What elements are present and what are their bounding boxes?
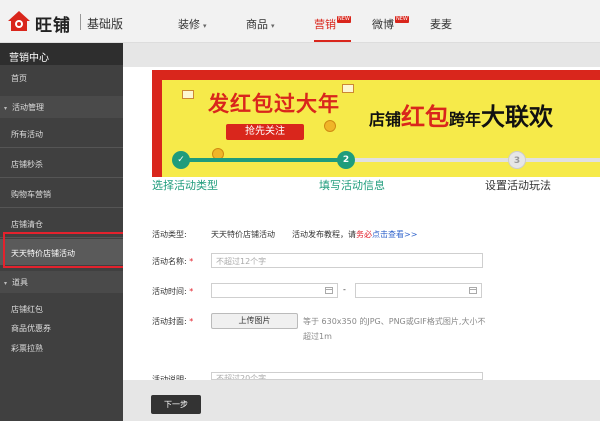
calendar-icon[interactable] — [325, 287, 333, 294]
step-1-check-icon: ✓ — [172, 151, 190, 169]
slogan-part: 大联欢 — [481, 103, 554, 131]
nav-weibo[interactable]: 微博 NEW — [372, 16, 409, 32]
activity-cover-label: 活动封面: * — [152, 316, 193, 327]
sidebar-item-shop-redpacket[interactable]: 店铺红包 — [0, 304, 123, 315]
sidebar-divider — [0, 147, 123, 148]
tutorial-link[interactable]: 点击查看>> — [372, 230, 417, 239]
top-navigation-bar: 旺铺 基础版 装修 ▾ 商品 ▾ 营销 NEW 微博 NEW 麦麦 — [0, 0, 600, 43]
brand-name[interactable]: 旺铺 — [35, 11, 71, 36]
step-progress-todo — [345, 158, 600, 162]
tutorial-text: 活动发布教程，请务必点击查看>> — [292, 229, 417, 240]
activity-desc-input[interactable]: 不超过20个字 — [211, 372, 483, 380]
sidebar-header: 营销中心 — [0, 43, 123, 65]
required-mark: * — [189, 287, 194, 296]
sidebar-item-home[interactable]: 首页 — [0, 73, 123, 84]
sidebar-section-activity[interactable]: ▾ 活动管理 — [0, 96, 123, 118]
brand-divider — [80, 14, 81, 30]
sidebar-item-clearance[interactable]: 店铺清仓 — [0, 219, 123, 230]
next-step-button[interactable]: 下一步 — [151, 395, 201, 414]
slogan-part: 跨年 — [449, 110, 482, 129]
nav-maimai-label: 麦麦 — [430, 18, 452, 31]
activity-name-input[interactable]: 不超过12个字 — [211, 253, 483, 268]
required-mark: * — [189, 257, 194, 266]
activity-name-label-text: 活动名称: — [152, 257, 187, 266]
banner-slogan: 店铺红包跨年大联欢 — [369, 97, 553, 132]
chevron-down-icon: ▾ — [271, 22, 275, 30]
nav-maimai[interactable]: 麦麦 — [430, 16, 452, 32]
sidebar-section-label: 活动管理 — [12, 103, 45, 112]
step-2-label: 填写活动信息 — [319, 179, 385, 192]
activity-time-label: 活动时间: * — [152, 286, 193, 297]
start-date-input[interactable] — [211, 283, 338, 298]
slogan-part: 红包 — [401, 103, 450, 131]
new-badge: NEW — [337, 16, 351, 23]
activity-type-label: 活动类型: — [152, 230, 187, 239]
footer-bar: 下一步 — [123, 380, 600, 421]
sidebar-divider — [0, 177, 123, 178]
sidebar-section-tools[interactable]: ▾ 道具 — [0, 271, 123, 293]
sidebar-divider — [0, 207, 123, 208]
required-mark: * — [189, 317, 194, 326]
banner-top-band — [152, 70, 600, 80]
step-1-label: 选择活动类型 — [152, 179, 218, 192]
sidebar-item-lottery[interactable]: 彩票拉熟 — [0, 343, 123, 354]
cover-hint: 等于 630x350 的JPG、PNG或GIF格式图片,大小不超过1m — [303, 317, 486, 341]
step-3-circle: 3 — [508, 151, 526, 169]
step-progress-done — [181, 158, 345, 162]
date-separator: - — [343, 285, 346, 294]
slogan-part: 店铺 — [369, 110, 402, 129]
nav-products[interactable]: 商品 ▾ — [246, 16, 275, 32]
sidebar-item-coupon[interactable]: 商品优惠券 — [0, 323, 123, 334]
activity-type-value: 天天特价店铺活动 — [211, 230, 275, 239]
nav-decoration-label: 装修 — [178, 18, 200, 31]
tutorial-pre: 活动发布教程，请 — [292, 230, 356, 239]
nav-decoration[interactable]: 装修 ▾ — [178, 16, 207, 32]
calendar-icon[interactable] — [469, 287, 477, 294]
nav-marketing[interactable]: 营销 NEW — [314, 16, 351, 42]
follow-button[interactable]: 抢先关注 — [226, 124, 304, 140]
sidebar-item-all-activities[interactable]: 所有活动 — [0, 129, 123, 140]
sidebar-item-cart-marketing[interactable]: 购物车营销 — [0, 189, 123, 200]
house-logo-icon[interactable] — [7, 9, 31, 33]
highlight-box — [3, 232, 125, 268]
nav-marketing-label: 营销 — [314, 18, 336, 31]
envelope-icon — [342, 84, 354, 93]
edition-label: 基础版 — [87, 17, 124, 31]
banner-title: 发红包过大年 — [208, 92, 340, 116]
banner-left-strip — [152, 80, 162, 177]
activity-name-label: 活动名称: * — [152, 256, 193, 267]
activity-time-label-text: 活动时间: — [152, 287, 187, 296]
collapse-triangle-icon: ▾ — [4, 280, 8, 287]
sidebar-item-flash-sale[interactable]: 店铺秒杀 — [0, 159, 123, 170]
tutorial-must: 务必 — [356, 230, 372, 239]
activity-cover-label-text: 活动封面: — [152, 317, 187, 326]
chevron-down-icon: ▾ — [203, 22, 207, 30]
sidebar-section-label: 道具 — [12, 278, 29, 287]
end-date-input[interactable] — [355, 283, 482, 298]
content-top-bar — [123, 43, 600, 67]
envelope-icon — [182, 90, 194, 99]
nav-weibo-label: 微博 — [372, 18, 394, 31]
new-badge: NEW — [395, 16, 409, 23]
coin-icon — [324, 120, 336, 132]
collapse-triangle-icon: ▾ — [4, 105, 8, 112]
upload-image-button[interactable]: 上传图片 — [211, 313, 298, 329]
nav-products-label: 商品 — [246, 18, 268, 31]
step-3-label: 设置活动玩法 — [485, 179, 551, 192]
step-2-circle: 2 — [337, 151, 355, 169]
